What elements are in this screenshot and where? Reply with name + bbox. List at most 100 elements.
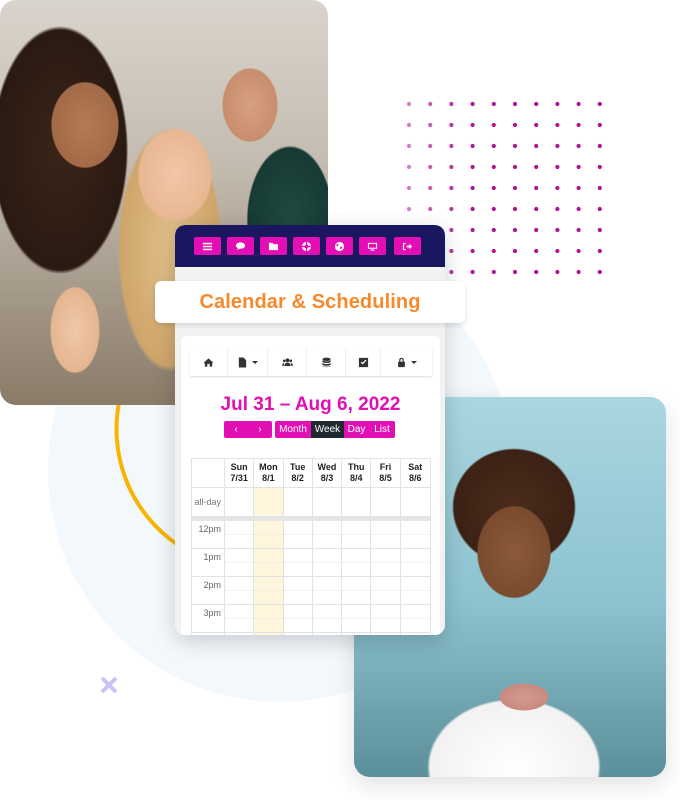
all-day-slot[interactable] bbox=[401, 488, 430, 516]
all-day-row: all-day bbox=[192, 488, 430, 517]
folder-button[interactable] bbox=[260, 237, 287, 255]
database-icon bbox=[321, 357, 331, 367]
decorative-dot bbox=[555, 227, 560, 233]
decorative-dot bbox=[597, 143, 602, 149]
day-header[interactable]: Fri 8/5 bbox=[371, 459, 401, 487]
time-slot[interactable] bbox=[342, 633, 372, 635]
time-slot[interactable] bbox=[283, 605, 313, 632]
time-slot[interactable] bbox=[342, 521, 372, 548]
hour-row: 1pm bbox=[192, 549, 431, 577]
decorative-dot bbox=[491, 122, 496, 128]
time-slot[interactable] bbox=[371, 633, 401, 635]
file-icon bbox=[238, 356, 247, 368]
decorative-dot bbox=[576, 164, 581, 170]
next-button[interactable]: › bbox=[248, 421, 272, 438]
day-header[interactable]: Thu 8/4 bbox=[342, 459, 372, 487]
folder-icon bbox=[268, 242, 279, 250]
decorative-dot bbox=[512, 206, 518, 212]
date-range-title: Jul 31 – Aug 6, 2022 bbox=[220, 394, 401, 415]
day-header[interactable]: Sat 8/6 bbox=[401, 459, 430, 487]
time-slot[interactable] bbox=[371, 577, 401, 604]
menu-button[interactable] bbox=[194, 237, 221, 255]
day-name: Fri bbox=[379, 462, 392, 472]
time-slot[interactable] bbox=[371, 521, 401, 548]
time-slot[interactable] bbox=[401, 633, 430, 635]
time-slot[interactable] bbox=[342, 605, 372, 632]
checkbox-icon bbox=[358, 357, 368, 367]
chat-button[interactable] bbox=[227, 237, 254, 255]
all-day-slot[interactable] bbox=[284, 488, 313, 516]
toolbar-home-button[interactable] bbox=[190, 348, 228, 376]
time-slot[interactable] bbox=[400, 577, 431, 604]
all-day-slot[interactable] bbox=[371, 488, 401, 516]
decorative-dot bbox=[534, 248, 539, 254]
day-header[interactable]: Sun 7/31 bbox=[225, 459, 255, 487]
header-corner bbox=[192, 459, 225, 487]
time-slot[interactable] bbox=[284, 633, 313, 635]
toolbar-lock-dropdown[interactable] bbox=[381, 348, 432, 376]
time-slot[interactable] bbox=[312, 577, 343, 604]
toolbar-tasks-button[interactable] bbox=[346, 348, 381, 376]
view-switcher: Month Week Day List bbox=[275, 421, 395, 438]
time-slot[interactable] bbox=[400, 549, 431, 576]
sign-out-button[interactable] bbox=[394, 237, 421, 255]
time-slot[interactable] bbox=[371, 605, 401, 632]
all-day-slot-today[interactable] bbox=[254, 488, 284, 516]
decorative-dot bbox=[449, 122, 454, 128]
day-header[interactable]: Wed 8/3 bbox=[313, 459, 343, 487]
decorative-dot bbox=[428, 143, 433, 149]
monitor-button[interactable] bbox=[359, 237, 386, 255]
time-slot[interactable] bbox=[254, 521, 284, 548]
time-slot[interactable] bbox=[313, 633, 343, 635]
time-slot[interactable] bbox=[283, 549, 313, 576]
time-slot[interactable] bbox=[224, 577, 255, 604]
time-slot[interactable] bbox=[283, 521, 313, 548]
support-button[interactable] bbox=[293, 237, 320, 255]
globe-button[interactable] bbox=[326, 237, 353, 255]
day-header[interactable]: Tue 8/2 bbox=[284, 459, 313, 487]
time-slot[interactable] bbox=[283, 577, 313, 604]
time-slot[interactable] bbox=[224, 605, 255, 632]
prev-button[interactable]: ‹ bbox=[224, 421, 248, 438]
hour-label: 1pm bbox=[192, 549, 225, 576]
time-slot[interactable] bbox=[254, 549, 284, 576]
time-slot[interactable] bbox=[312, 549, 343, 576]
globe-icon bbox=[334, 241, 345, 251]
decorative-dot bbox=[470, 206, 475, 212]
toolbar-users-button[interactable] bbox=[268, 348, 307, 376]
toolbar-file-dropdown[interactable] bbox=[228, 348, 268, 376]
time-slot[interactable] bbox=[400, 521, 431, 548]
day-name: Sat bbox=[408, 462, 423, 472]
day-header[interactable]: Mon 8/1 bbox=[254, 459, 284, 487]
hour-label: 12pm bbox=[192, 521, 225, 548]
time-slot[interactable] bbox=[224, 521, 255, 548]
time-slot[interactable] bbox=[342, 549, 372, 576]
decorative-dot bbox=[449, 269, 454, 275]
decorative-dot bbox=[449, 143, 454, 149]
time-slot[interactable] bbox=[254, 633, 284, 635]
hour-label: 4pm bbox=[192, 633, 225, 635]
decorative-dot bbox=[512, 269, 518, 275]
time-slot[interactable] bbox=[254, 577, 284, 604]
all-day-slot[interactable] bbox=[313, 488, 343, 516]
time-slot[interactable] bbox=[312, 605, 343, 632]
view-list-button[interactable]: List bbox=[369, 421, 395, 438]
time-slot[interactable] bbox=[400, 605, 431, 632]
view-month-button[interactable]: Month bbox=[275, 421, 311, 438]
time-slot[interactable] bbox=[224, 549, 255, 576]
toolbar-database-button[interactable] bbox=[307, 348, 346, 376]
all-day-slot[interactable] bbox=[225, 488, 255, 516]
view-week-button[interactable]: Week bbox=[311, 421, 344, 438]
all-day-slot[interactable] bbox=[342, 488, 372, 516]
decorative-dot bbox=[491, 164, 496, 170]
day-date: 8/5 bbox=[379, 473, 392, 483]
view-day-button[interactable]: Day bbox=[344, 421, 369, 438]
decorative-dot bbox=[555, 248, 560, 254]
feature-title: Calendar & Scheduling bbox=[199, 290, 421, 313]
time-slot[interactable] bbox=[254, 605, 284, 632]
time-slot[interactable] bbox=[225, 633, 255, 635]
time-slot[interactable] bbox=[312, 521, 343, 548]
time-slot[interactable] bbox=[371, 549, 401, 576]
time-slot[interactable] bbox=[342, 577, 372, 604]
decorative-dot bbox=[576, 227, 581, 233]
